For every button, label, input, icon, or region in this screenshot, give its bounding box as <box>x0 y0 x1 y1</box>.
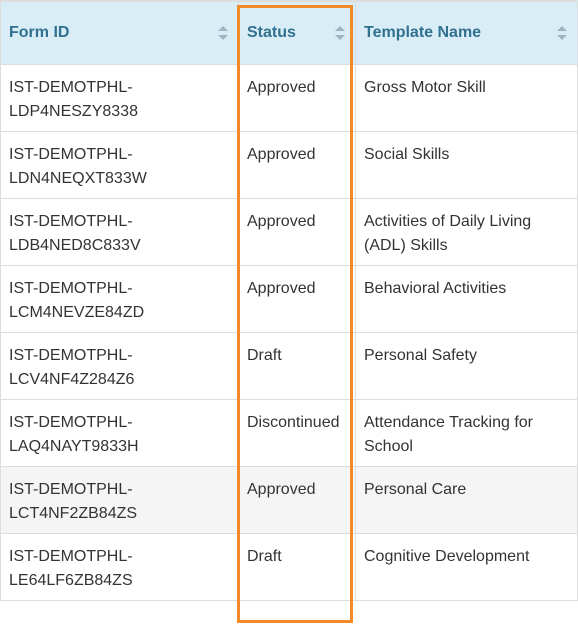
table-row[interactable]: IST-DEMOTPHL- LE64LF6ZB84ZS Draft Cognitive… <box>0 533 578 601</box>
table-row[interactable]: IST-DEMOTPHL- LDP4NESZY8338 Approved Gross … <box>0 64 578 132</box>
status-cell: Approved <box>238 64 356 132</box>
table-row[interactable]: IST-DEMOTPHL- LCT4NF2ZB84ZS Approved Person… <box>0 466 578 534</box>
template-name-cell: Behavioral Activities <box>355 265 578 333</box>
status-cell: Draft <box>238 332 356 400</box>
column-header-form-id[interactable]: Form ID <box>0 0 239 65</box>
template-name-cell: Personal Care <box>355 466 578 534</box>
table-row[interactable]: IST-DEMOTPHL- LCV4NF4Z284Z6 Draft Personal … <box>0 332 578 400</box>
sort-icon[interactable] <box>218 26 228 40</box>
form-id-cell: IST-DEMOTPHL- LCT4NF2ZB84ZS <box>0 466 239 534</box>
table-row[interactable]: IST-DEMOTPHL- LDN4NEQXT833W Approved Social… <box>0 131 578 199</box>
status-cell: Discontinued <box>238 399 356 467</box>
forms-table: Form ID Status Template Name IST-DEMOTPH… <box>0 0 578 601</box>
template-name-cell: Cognitive Development <box>355 533 578 601</box>
form-id-cell: IST-DEMOTPHL- LDN4NEQXT833W <box>0 131 239 199</box>
form-id-cell: IST-DEMOTPHL- LCM4NEVZE84ZD <box>0 265 239 333</box>
form-id-cell: IST-DEMOTPHL- LDB4NED8C833V <box>0 198 239 266</box>
status-cell: Approved <box>238 131 356 199</box>
table-header-row: Form ID Status Template Name <box>0 0 578 65</box>
sort-icon[interactable] <box>557 26 567 40</box>
template-name-cell: Social Skills <box>355 131 578 199</box>
table-row[interactable]: IST-DEMOTPHL- LCM4NEVZE84ZD Approved Behavi… <box>0 265 578 333</box>
table-row[interactable]: IST-DEMOTPHL- LAQ4NAYT9833H Discontinued At… <box>0 399 578 467</box>
form-id-cell: IST-DEMOTPHL- LDP4NESZY8338 <box>0 64 239 132</box>
status-cell: Approved <box>238 198 356 266</box>
status-cell: Approved <box>238 265 356 333</box>
form-id-cell: IST-DEMOTPHL- LCV4NF4Z284Z6 <box>0 332 239 400</box>
column-header-template-name[interactable]: Template Name <box>355 0 578 65</box>
status-cell: Approved <box>238 466 356 534</box>
column-header-status[interactable]: Status <box>238 0 356 65</box>
template-name-cell: Activities of Daily Living (ADL) Skills <box>355 198 578 266</box>
table-row[interactable]: IST-DEMOTPHL- LDB4NED8C833V Approved Activi… <box>0 198 578 266</box>
template-name-cell: Attendance Tracking for School <box>355 399 578 467</box>
status-cell: Draft <box>238 533 356 601</box>
template-name-cell: Personal Safety <box>355 332 578 400</box>
form-id-cell: IST-DEMOTPHL- LE64LF6ZB84ZS <box>0 533 239 601</box>
template-name-cell: Gross Motor Skill <box>355 64 578 132</box>
sort-icon[interactable] <box>335 26 345 40</box>
form-id-cell: IST-DEMOTPHL- LAQ4NAYT9833H <box>0 399 239 467</box>
